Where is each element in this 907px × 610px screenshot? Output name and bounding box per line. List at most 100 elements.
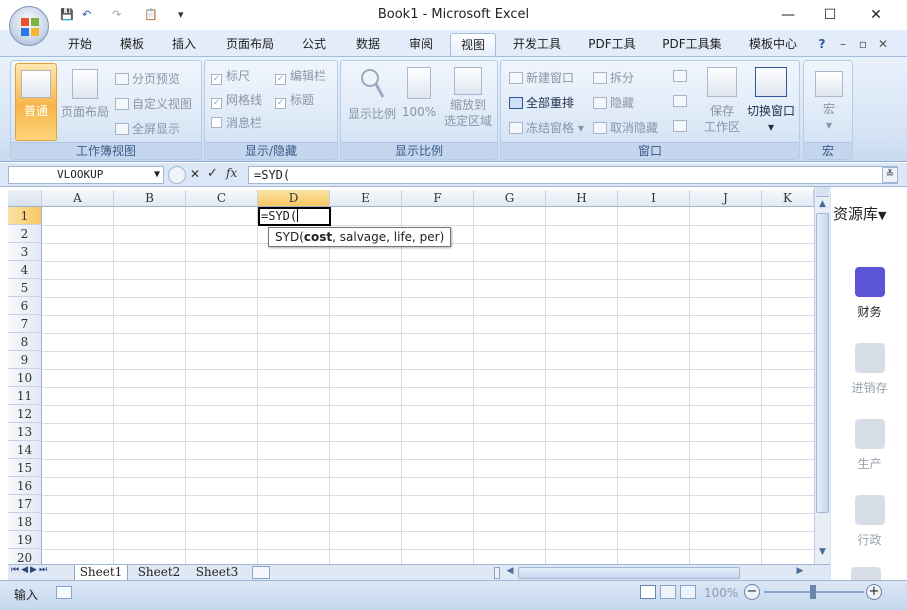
ribbon-restore-button[interactable]: ▫ [856, 33, 870, 56]
side-panel-title[interactable]: 资源库▼ [833, 203, 907, 224]
custom-views-button[interactable]: 自定义视图 [115, 95, 192, 112]
sheet-tab[interactable]: Sheet3 [190, 565, 244, 581]
zoom-level[interactable]: 100% [704, 586, 738, 600]
ribbon-close-button[interactable]: ✕ [876, 33, 890, 56]
message-bar-checkbox[interactable]: 消息栏 [211, 114, 262, 131]
arrange-all-button[interactable]: 全部重排 [509, 94, 574, 111]
zoom-slider-thumb[interactable] [810, 585, 816, 599]
active-cell-d1[interactable]: =SYD( [258, 207, 331, 226]
unhide-button[interactable]: 取消隐藏 [593, 119, 658, 136]
expand-formula-bar-icon[interactable]: ≚ [882, 167, 898, 183]
close-button[interactable]: ✕ [861, 4, 891, 26]
row-header[interactable]: 6 [8, 297, 42, 315]
sheet-tab-active[interactable]: Sheet1 [74, 565, 128, 581]
new-window-button[interactable]: 新建窗口 [509, 69, 574, 86]
row-header[interactable]: 2 [8, 225, 42, 243]
headings-checkbox[interactable]: ✓ 标题 [275, 91, 314, 109]
name-box[interactable]: VLOOKUP ▼ [8, 166, 164, 184]
tab-home[interactable]: 开始 [58, 33, 102, 56]
ruler-checkbox[interactable]: ✓ 标尺 [211, 67, 250, 85]
macro-record-icon[interactable] [56, 586, 72, 599]
maximize-button[interactable]: ☐ [815, 4, 845, 26]
row-header[interactable]: 10 [8, 369, 42, 387]
gridlines-checkbox[interactable]: ✓ 网格线 [211, 91, 262, 109]
function-tooltip[interactable]: SYD(cost, salvage, life, per) [268, 227, 452, 247]
column-header[interactable]: I [618, 190, 690, 207]
row-header[interactable]: 13 [8, 423, 42, 441]
switch-windows-button[interactable]: 切换窗口 ▾ [743, 67, 799, 135]
office-button[interactable] [9, 6, 49, 46]
row-header[interactable]: 15 [8, 459, 42, 477]
row-header[interactable]: 3 [8, 243, 42, 261]
page-break-preview-button[interactable]: 分页预览 [115, 70, 180, 87]
side-item-production[interactable]: 生产 [831, 419, 907, 472]
row-header[interactable]: 7 [8, 315, 42, 333]
column-header[interactable]: F [402, 190, 474, 207]
full-screen-button[interactable]: 全屏显示 [115, 120, 180, 137]
page-layout-status-icon[interactable] [660, 585, 676, 599]
select-all-corner[interactable] [8, 190, 42, 207]
sheet-tab[interactable]: Sheet2 [132, 565, 186, 581]
row-header[interactable]: 4 [8, 261, 42, 279]
normal-view-status-icon[interactable] [640, 585, 656, 599]
row-header[interactable]: 19 [8, 531, 42, 549]
column-header[interactable]: C [186, 190, 258, 207]
tab-page-layout[interactable]: 页面布局 [216, 33, 284, 56]
chevron-down-icon[interactable]: ▼ [154, 167, 160, 183]
row-header[interactable]: 8 [8, 333, 42, 351]
ribbon-minimize-button[interactable]: – [836, 33, 850, 56]
zoom-out-button[interactable]: − [744, 584, 760, 600]
scroll-right-icon[interactable]: ▶ [794, 566, 806, 580]
horizontal-scroll-thumb[interactable] [518, 567, 740, 579]
column-header[interactable]: K [762, 190, 814, 207]
column-header[interactable]: H [546, 190, 618, 207]
tab-templates[interactable]: 模板 [110, 33, 154, 56]
enter-icon[interactable]: ✓ [207, 166, 218, 181]
expand-handle-icon[interactable] [168, 166, 186, 184]
page-break-status-icon[interactable] [680, 585, 696, 599]
column-header[interactable]: J [690, 190, 762, 207]
reset-window-position-button[interactable] [673, 119, 690, 133]
sheet-nav-icon[interactable]: ⏮◀▶⏭ [11, 565, 49, 575]
zoom-100-button[interactable]: 100% [401, 67, 437, 119]
row-header[interactable]: 20 [8, 549, 42, 564]
column-header[interactable]: G [474, 190, 546, 207]
tab-formulas[interactable]: 公式 [292, 33, 336, 56]
column-header[interactable]: E [330, 190, 402, 207]
row-header[interactable]: 16 [8, 477, 42, 495]
side-item-finance[interactable]: 财务 [831, 267, 907, 320]
formula-input[interactable]: =SYD( [248, 166, 898, 184]
side-item-admin[interactable]: 行政 [831, 495, 907, 548]
column-header[interactable]: A [42, 190, 114, 207]
column-header[interactable]: B [114, 190, 186, 207]
tab-data[interactable]: 数据 [344, 33, 392, 56]
scroll-thumb[interactable] [816, 213, 829, 513]
insert-sheet-icon[interactable] [252, 566, 270, 579]
view-side-by-side-button[interactable] [673, 69, 690, 83]
tab-split-handle[interactable] [494, 567, 500, 579]
scroll-left-icon[interactable]: ◀ [504, 566, 516, 580]
tab-insert[interactable]: 插入 [162, 33, 206, 56]
scroll-down-icon[interactable]: ▼ [816, 547, 829, 559]
tab-review[interactable]: 审阅 [398, 33, 444, 56]
scroll-up-icon[interactable]: ▲ [816, 199, 829, 211]
side-item-inventory[interactable]: 进销存 [831, 343, 907, 396]
normal-view-button[interactable]: 普通 [15, 63, 57, 141]
row-header[interactable]: 18 [8, 513, 42, 531]
column-header-selected[interactable]: D [258, 190, 330, 207]
formula-bar-checkbox[interactable]: ✓ 编辑栏 [275, 67, 326, 85]
zoom-in-button[interactable]: + [866, 584, 882, 600]
cancel-icon[interactable]: ✕ [190, 167, 200, 181]
row-header[interactable]: 5 [8, 279, 42, 297]
freeze-panes-button[interactable]: 冻结窗格 ▾ [509, 119, 584, 136]
row-header[interactable]: 9 [8, 351, 42, 369]
row-header[interactable]: 11 [8, 387, 42, 405]
zoom-button[interactable]: 显示比例 [345, 67, 399, 122]
tab-pdf-tools[interactable]: PDF工具 [578, 33, 646, 56]
split-box[interactable] [816, 187, 829, 197]
tab-pdf-toolset[interactable]: PDF工具集 [654, 33, 730, 56]
save-workspace-button[interactable]: 保存 工作区 [701, 67, 743, 135]
row-header[interactable]: 14 [8, 441, 42, 459]
split-button[interactable]: 拆分 [593, 69, 634, 86]
tab-developer[interactable]: 开发工具 [504, 33, 570, 56]
